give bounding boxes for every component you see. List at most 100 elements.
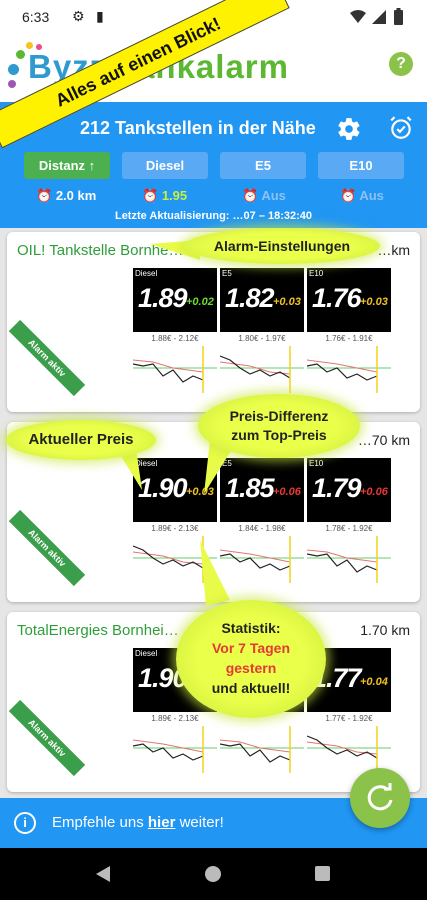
fuel-price-range: 1.89€ - 2.13€ xyxy=(151,714,199,723)
chart-yesterday-line xyxy=(133,739,204,753)
station-list[interactable]: OIL! Tankstelle Bornhe… …km Alarm aktiv … xyxy=(0,228,427,798)
logo-dot xyxy=(16,50,25,59)
callout-stat-line4: und aktuell! xyxy=(211,680,291,696)
recommend-suffix: weiter! xyxy=(175,814,224,831)
station-distance: …70 km xyxy=(357,432,410,448)
fuel-price-range: 1.80€ - 1.97€ xyxy=(238,334,286,343)
tab-diesel[interactable]: Diesel xyxy=(122,152,208,179)
fuel-price: 1.79 xyxy=(312,473,362,503)
fuel-price: 1.76 xyxy=(312,283,362,313)
fuel-price-diff: +0.06 xyxy=(273,486,301,498)
fuel-price-range: 1.76€ - 1.91€ xyxy=(325,334,373,343)
price-history-chart xyxy=(307,346,391,393)
fuel-price-diff: +0.06 xyxy=(360,486,388,498)
tab-e10[interactable]: E10 xyxy=(318,152,404,179)
fuel-price-tile[interactable]: Diesel 1.89 +0.02 xyxy=(133,268,217,332)
station-header: 212 Tankstellen in der Nähe Distanz ↑ Di… xyxy=(0,102,427,228)
fuel-price: 1.89 xyxy=(138,283,188,313)
tab-distanz[interactable]: Distanz ↑ xyxy=(24,152,110,179)
station-distance: 1.70 km xyxy=(360,622,410,638)
recents-icon[interactable] xyxy=(315,866,330,881)
last-update-label: Letzte Aktualisierung: xyxy=(114,210,230,222)
callout-price-diff-line2: zum Top-Preis xyxy=(231,427,327,443)
alarm-active-ribbon: Alarm aktiv xyxy=(8,699,86,777)
fuel-price-range: 1.88€ - 2.12€ xyxy=(151,334,199,343)
refresh-icon xyxy=(367,783,393,811)
fuel-label: E10 xyxy=(309,459,324,468)
fuel-price-range: 1.89€ - 2.13€ xyxy=(151,524,199,533)
settings-status-icon: ⚙ xyxy=(72,8,85,24)
chart-current-line xyxy=(307,363,378,381)
alarm-e10-value: Aus xyxy=(359,188,384,203)
fuel-price-range: 1.78€ - 1.92€ xyxy=(325,524,373,533)
fuel-label: E10 xyxy=(309,269,324,278)
price-history-chart xyxy=(307,726,391,773)
help-button[interactable]: ? xyxy=(389,52,413,76)
callout-stat-line2: Vor 7 Tagen xyxy=(211,640,291,656)
price-history-chart xyxy=(220,346,304,393)
alarm-diesel[interactable]: ⏰ 1.95 xyxy=(142,188,187,204)
chart-current-line xyxy=(133,743,204,761)
tab-e5[interactable]: E5 xyxy=(220,152,306,179)
alarm-e10[interactable]: ⏰ Aus xyxy=(340,188,384,204)
station-distance: …km xyxy=(377,242,410,258)
last-update-value: …07 – 18:32:40 xyxy=(232,210,313,222)
refresh-button[interactable] xyxy=(350,768,410,828)
fuel-label: E5 xyxy=(222,269,232,278)
last-update: Letzte Aktualisierung: …07 – 18:32:40 xyxy=(0,210,427,222)
callout-statistics: Statistik: Vor 7 Tagen gestern und aktue… xyxy=(176,600,326,718)
status-time: 6:33 xyxy=(22,9,50,25)
sd-card-icon: ▮ xyxy=(96,8,104,24)
callout-alarm-settings: Alarm-Einstellungen xyxy=(184,228,380,264)
alarm-e5-value: Aus xyxy=(261,188,286,203)
chart-yesterday-line xyxy=(307,359,378,373)
alarm-clock-small-icon: ⏰ xyxy=(36,188,53,203)
back-icon[interactable] xyxy=(96,866,110,882)
callout-stat-line3: gestern xyxy=(225,660,277,676)
alarm-clock-small-icon: ⏰ xyxy=(340,188,357,203)
alarm-active-ribbon: Alarm aktiv xyxy=(8,509,86,587)
alarm-e5[interactable]: ⏰ Aus xyxy=(242,188,286,204)
price-history-chart xyxy=(307,536,391,583)
fuel-price-diff: +0.03 xyxy=(273,296,301,308)
price-history-chart xyxy=(133,346,217,393)
info-icon: i xyxy=(14,812,36,834)
gear-icon[interactable] xyxy=(336,116,362,142)
signal-icon xyxy=(372,10,386,24)
callout-current-price: Aktueller Preis xyxy=(6,420,156,460)
alarm-clock-small-icon: ⏰ xyxy=(142,188,159,203)
recommend-link[interactable]: hier xyxy=(148,814,176,831)
logo-dot xyxy=(8,80,16,88)
system-nav-bar xyxy=(0,848,427,900)
fuel-price-diff: +0.03 xyxy=(360,296,388,308)
alarm-distance[interactable]: ⏰ 2.0 km xyxy=(36,188,96,204)
fuel-price-diff: +0.02 xyxy=(186,296,214,308)
callout-tail xyxy=(200,540,230,606)
battery-icon xyxy=(394,8,403,25)
alarm-diesel-value: 1.95 xyxy=(161,188,188,203)
alarm-active-ribbon: Alarm aktiv xyxy=(8,319,86,397)
price-history-chart xyxy=(133,726,217,773)
fuel-label: Diesel xyxy=(135,649,158,658)
recommend-prefix: Empfehle uns xyxy=(52,814,148,831)
home-icon[interactable] xyxy=(205,866,221,882)
fuel-price: 1.82 xyxy=(225,283,275,313)
fuel-price-tile[interactable]: E10 1.79 +0.06 xyxy=(307,458,391,522)
wifi-icon xyxy=(350,10,366,23)
fuel-price-range: 1.84€ - 1.98€ xyxy=(238,524,286,533)
alarm-distance-value: 2.0 km xyxy=(55,188,97,203)
callout-stat-line1: Statistik: xyxy=(221,620,281,636)
fuel-label: Diesel xyxy=(135,269,158,278)
fuel-price-range: 1.77€ - 1.92€ xyxy=(325,714,373,723)
callout-price-diff: Preis-Differenz zum Top-Preis xyxy=(198,394,360,458)
fuel-price-tile[interactable]: E5 1.82 +0.03 xyxy=(220,268,304,332)
stations-count-title: 212 Tankstellen in der Nähe xyxy=(80,118,316,138)
logo-dot xyxy=(8,64,19,75)
callout-price-diff-line1: Preis-Differenz xyxy=(229,408,329,424)
price-history-chart xyxy=(220,726,304,773)
fuel-price-diff: +0.04 xyxy=(360,676,388,688)
station-name: TotalEnergies Bornhei… xyxy=(17,622,179,639)
alarm-clock-icon[interactable] xyxy=(388,115,414,141)
fuel-price-tile[interactable]: E10 1.76 +0.03 xyxy=(307,268,391,332)
recommend-text: Empfehle uns hier weiter! xyxy=(52,814,224,831)
